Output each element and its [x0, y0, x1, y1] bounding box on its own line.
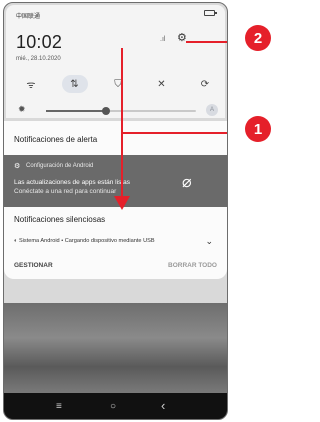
clock-date: mié., 28.10.2020 [16, 56, 61, 62]
brightness-knob[interactable] [102, 107, 110, 115]
alert-notifications-section: Notificaciones de alerta [4, 121, 227, 155]
navigation-bar: ≡ ○ ‹ [4, 393, 227, 419]
page: 中国联通 10:02 mié., 28.10.2020 .ıl ⚙ ᯤ ⇅ ⛉ … [0, 0, 275, 422]
quick-toggles: ᯤ ⇅ ⛉ ✕ ⟳ [18, 74, 218, 94]
quick-settings-panel: 中国联通 10:02 mié., 28.10.2020 .ıl ⚙ ᯤ ⇅ ⛉ … [6, 5, 225, 118]
callout-two: 2 [245, 25, 271, 51]
signal-icon: .ıl [160, 36, 166, 43]
silent-notifications-section: Notificaciones silenciosas ◐ Sistema And… [4, 207, 227, 279]
brightness-fill [46, 110, 106, 112]
swipe-arrow-line [121, 48, 123, 201]
auto-brightness-icon[interactable]: A [206, 104, 218, 116]
recent-apps-icon[interactable]: ≡ [56, 401, 62, 412]
callout-one: 1 [245, 116, 271, 142]
home-icon[interactable]: ○ [110, 401, 116, 412]
visibility-off-icon: ⌀ [182, 174, 192, 191]
callout-two-leader [186, 41, 227, 43]
swipe-arrow-head [114, 196, 130, 210]
notification-title: Las actualizaciones de apps están listas [14, 179, 130, 186]
manage-button[interactable]: GESTIONAR [14, 262, 53, 269]
settings-icon: ⚙ [14, 163, 21, 170]
callout-one-leader [121, 132, 227, 134]
silent-notifications-title: Notificaciones silenciosas [14, 215, 106, 224]
wifi-off-icon[interactable]: ᯤ [18, 75, 44, 93]
bluetooth-off-icon[interactable]: ✕ [149, 75, 175, 93]
alert-notifications-title: Notificaciones de alerta [14, 135, 98, 144]
brightness-slider[interactable]: ✹ A [18, 104, 218, 118]
back-icon[interactable]: ‹ [161, 398, 165, 413]
chevron-down-icon[interactable]: ⌄ [205, 236, 213, 247]
mobile-data-icon[interactable]: ⇅ [61, 75, 88, 93]
battery-icon [204, 10, 217, 16]
auto-rotate-icon[interactable]: ⟳ [192, 75, 218, 93]
usb-charging-text: Sistema Android • Cargando dispositivo m… [18, 238, 155, 244]
phone-screen: 中国联通 10:02 mié., 28.10.2020 .ıl ⚙ ᯤ ⇅ ⛉ … [3, 2, 228, 420]
brightness-icon: ✹ [18, 104, 26, 114]
notification-app-name: Configuración de Android [26, 163, 94, 169]
flashlight-icon[interactable]: ⛉ [105, 75, 131, 93]
carrier-label: 中国联通 [16, 14, 41, 20]
clear-all-button[interactable]: BORRAR TODO [168, 262, 217, 269]
notification-text: Conéctate a una red para continuar [14, 188, 117, 195]
usb-charging-notification[interactable]: ◐ Sistema Android • Cargando dispositivo… [14, 238, 155, 244]
clock-time: 10:02 [16, 32, 63, 52]
